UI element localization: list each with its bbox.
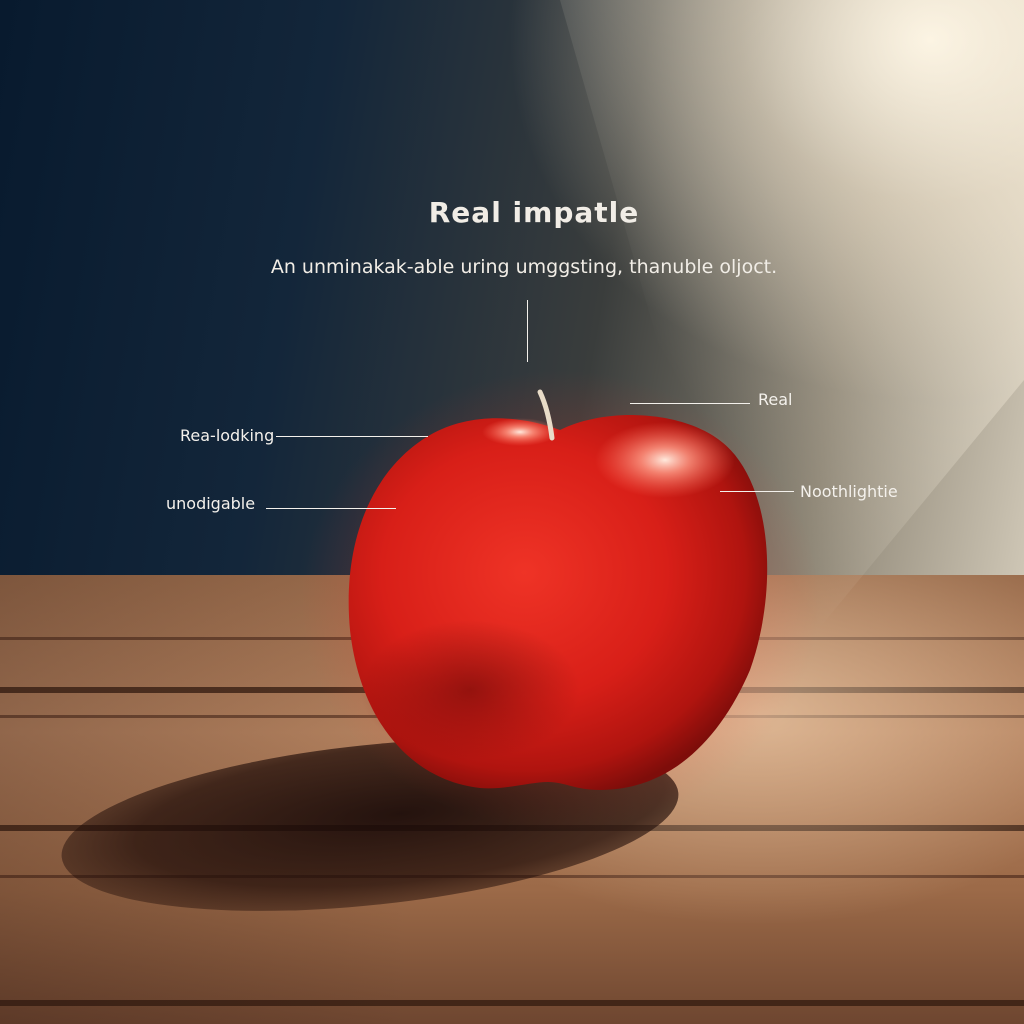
callout-left-top: Rea-lodking	[180, 426, 275, 445]
callout-left-top-line	[276, 436, 428, 437]
apple	[300, 370, 820, 830]
callout-right-top-line	[630, 403, 750, 404]
image-title: Real impatle	[428, 196, 640, 229]
callout-left-bottom-line	[266, 508, 396, 509]
callout-right-bottom: Noothlightie	[800, 482, 898, 501]
callout-left-bottom: unodigable	[166, 494, 256, 513]
image-subtitle: An unminakak-able uring umggsting, thanu…	[270, 256, 778, 278]
callout-right-top: Real	[758, 390, 793, 409]
scene: Real impatle An unminakak-able uring umg…	[0, 0, 1024, 1024]
callout-right-bottom-line	[720, 491, 794, 492]
subtitle-leader-line	[527, 300, 528, 362]
